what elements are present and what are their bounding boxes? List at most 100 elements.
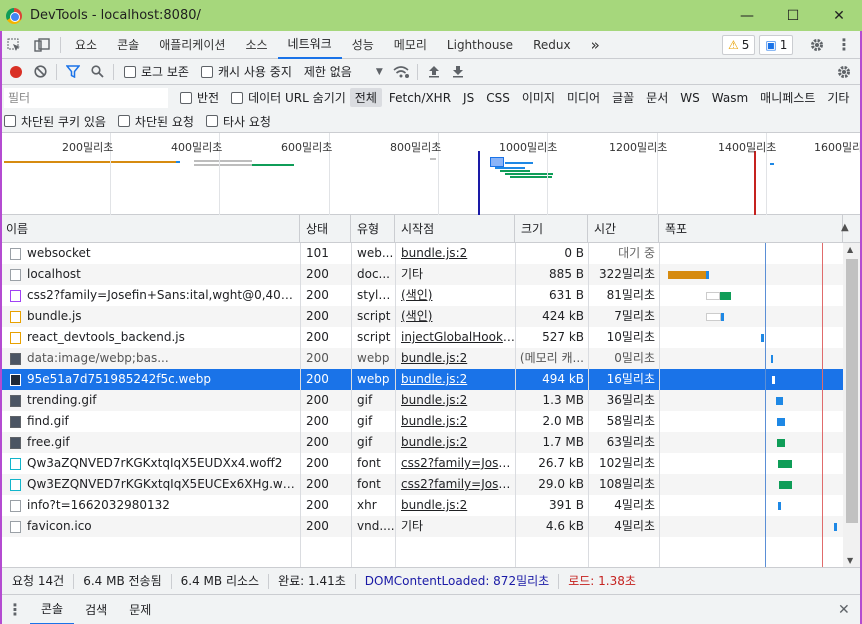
cell-name[interactable]: localhost — [21, 264, 300, 285]
cell-name[interactable]: websocket — [21, 243, 300, 264]
cell-name[interactable]: css2?family=Josefin+Sans:ital,wght@0,400… — [21, 285, 300, 306]
table-row[interactable]: Qw3aZQNVED7rKGKxtqIqX5EUDXx4.woff2 200 fon… — [0, 453, 843, 474]
table-row[interactable]: info?t=1662032980132 200 xhr bundle.js:2 391… — [0, 495, 843, 516]
table-row[interactable]: localhost 200 doc... 기타 885 B 322밀리초 — [0, 264, 843, 285]
column-header-2[interactable]: 유형 — [351, 215, 395, 243]
cell-initiator[interactable]: css2?family=Josefi... — [395, 453, 515, 474]
filter-type-2[interactable]: JS — [458, 90, 479, 106]
device-toolbar-icon[interactable] — [28, 31, 56, 59]
cell-initiator[interactable]: (색인) — [395, 306, 515, 327]
cell-name[interactable]: data:image/webp;bas... — [21, 348, 300, 369]
column-header-5[interactable]: 시간 — [588, 215, 659, 243]
more-options-icon[interactable]: ⋮ — [830, 31, 858, 59]
scrollbar-thumb[interactable] — [846, 259, 858, 523]
more-tabs-button[interactable]: » — [581, 31, 610, 59]
cell-name[interactable]: 95e51a7d751985242f5c.webp — [21, 369, 300, 390]
filter-type-3[interactable]: CSS — [481, 90, 515, 106]
import-har-button[interactable] — [422, 60, 446, 84]
tab-6[interactable]: 메모리 — [384, 31, 437, 59]
cell-initiator[interactable]: bundle.js:2 — [395, 390, 515, 411]
cell-name[interactable]: trending.gif — [21, 390, 300, 411]
tab-0[interactable]: 요소 — [65, 31, 107, 59]
tab-8[interactable]: Redux — [523, 31, 581, 59]
third-party-checkbox[interactable]: 타사 요청 — [205, 113, 271, 130]
throttle-select[interactable]: 제한 없음 ▼ — [304, 63, 383, 80]
tab-5[interactable]: 성능 — [342, 31, 384, 59]
filter-type-10[interactable]: 매니페스트 — [755, 88, 820, 107]
cell-initiator[interactable]: bundle.js:2 — [395, 495, 515, 516]
sort-arrow-icon[interactable]: ▲ — [841, 222, 849, 233]
filter-type-0[interactable]: 전체 — [349, 88, 382, 107]
cell-initiator[interactable]: injectGlobalHook.j... — [395, 327, 515, 348]
column-header-1[interactable]: 상태 — [300, 215, 351, 243]
cell-initiator[interactable]: bundle.js:2 — [395, 369, 515, 390]
cell-initiator[interactable]: (색인) — [395, 285, 515, 306]
cell-name[interactable]: Qw3aZQNVED7rKGKxtqIqX5EUDXx4.woff2 — [21, 453, 300, 474]
messages-badge[interactable]: ▣ 1 — [759, 35, 794, 55]
column-header-0[interactable]: 이름 — [0, 215, 300, 243]
export-har-button[interactable] — [446, 60, 470, 84]
filter-type-1[interactable]: Fetch/XHR — [384, 90, 456, 106]
scroll-down-arrow-icon[interactable]: ▼ — [847, 556, 853, 565]
tab-1[interactable]: 콘솔 — [107, 31, 149, 59]
table-row[interactable]: free.gif 200 gif bundle.js:2 1.7 MB 63밀리초 — [0, 432, 843, 453]
cell-name[interactable]: bundle.js — [21, 306, 300, 327]
table-row[interactable]: websocket 101 web... bundle.js:2 0 B 대기 중 — [0, 243, 843, 264]
clear-button[interactable] — [28, 60, 52, 84]
close-drawer-icon[interactable]: ✕ — [838, 602, 850, 618]
cell-initiator[interactable]: bundle.js:2 — [395, 432, 515, 453]
table-row[interactable]: Qw3EZQNVED7rKGKxtqIqX5EUCEx6XHg.woff2 200… — [0, 474, 843, 495]
column-header-4[interactable]: 크기 — [515, 215, 588, 243]
network-conditions-button[interactable] — [389, 60, 413, 84]
filter-type-4[interactable]: 이미지 — [517, 88, 560, 107]
minimize-button[interactable]: — — [724, 0, 770, 31]
maximize-button[interactable]: ☐ — [770, 0, 816, 31]
table-row[interactable]: favicon.ico 200 vnd.... 기타 4.6 kB 4밀리초 — [0, 516, 843, 537]
drawer-menu-icon[interactable]: ⋮ — [0, 600, 30, 619]
blocked-requests-checkbox[interactable]: 차단된 요청 — [117, 113, 194, 130]
cell-initiator[interactable]: css2?family=Josefi... — [395, 474, 515, 495]
filter-type-9[interactable]: Wasm — [707, 90, 753, 106]
tab-7[interactable]: Lighthouse — [437, 31, 523, 59]
table-row[interactable]: react_devtools_backend.js 200 script inject… — [0, 327, 843, 348]
column-header-3[interactable]: 시작점 — [395, 215, 515, 243]
tab-2[interactable]: 애플리케이션 — [149, 31, 235, 59]
scroll-up-arrow-icon[interactable]: ▲ — [847, 245, 853, 254]
filter-type-7[interactable]: 문서 — [641, 88, 673, 107]
tab-3[interactable]: 소스 — [235, 31, 277, 59]
hide-data-urls-checkbox[interactable]: 데이터 URL 숨기기 — [231, 89, 346, 106]
cell-name[interactable]: favicon.ico — [21, 516, 300, 537]
table-row[interactable]: 95e51a7d751985242f5c.webp 200 webp bundle.j… — [0, 369, 843, 390]
table-row[interactable]: css2?family=Josefin+Sans:ital,wght@0,400… — [0, 285, 843, 306]
column-header-6[interactable]: 폭포 — [659, 215, 843, 243]
drawer-tab-1[interactable]: 검색 — [74, 595, 118, 624]
record-button[interactable] — [4, 60, 28, 84]
close-window-button[interactable]: ✕ — [816, 0, 862, 31]
table-row[interactable]: data:image/webp;bas... 200 webp bundle.js:2… — [0, 348, 843, 369]
warnings-badge[interactable]: ⚠ 5 — [722, 35, 756, 55]
drawer-tab-0[interactable]: 콘솔 — [30, 595, 75, 624]
settings-gear-icon[interactable] — [803, 31, 831, 59]
timeline-overview[interactable]: 200밀리초 400밀리초 600밀리초 800밀리초 1000밀리초 1200밀리초 14… — [0, 133, 862, 215]
preserve-log-checkbox[interactable]: 로그 보존 — [124, 63, 189, 80]
invert-checkbox[interactable]: 반전 — [180, 89, 219, 106]
cell-name[interactable]: find.gif — [21, 411, 300, 432]
cell-name[interactable]: react_devtools_backend.js — [21, 327, 300, 348]
blocked-cookies-checkbox[interactable]: 차단된 쿠키 있음 — [4, 113, 106, 130]
inspect-element-icon[interactable] — [0, 31, 28, 59]
cell-name[interactable]: info?t=1662032980132 — [21, 495, 300, 516]
tab-4[interactable]: 네트워크 — [277, 31, 342, 59]
cell-initiator[interactable]: bundle.js:2 — [395, 348, 515, 369]
table-row[interactable]: trending.gif 200 gif bundle.js:2 1.3 MB 36밀리초 — [0, 390, 843, 411]
filter-type-8[interactable]: WS — [675, 90, 704, 106]
table-row[interactable]: find.gif 200 gif bundle.js:2 2.0 MB 58밀리초 — [0, 411, 843, 432]
filter-input[interactable]: 필터 — [4, 87, 168, 108]
filter-type-5[interactable]: 미디어 — [562, 88, 605, 107]
cell-name[interactable]: Qw3EZQNVED7rKGKxtqIqX5EUCEx6XHg.woff2 — [21, 474, 300, 495]
cell-initiator[interactable]: bundle.js:2 — [395, 411, 515, 432]
network-settings-gear-icon[interactable] — [832, 60, 856, 84]
filter-button[interactable] — [61, 60, 85, 84]
cell-name[interactable]: free.gif — [21, 432, 300, 453]
drawer-tab-2[interactable]: 문제 — [118, 595, 162, 624]
cell-initiator[interactable]: bundle.js:2 — [395, 243, 515, 264]
